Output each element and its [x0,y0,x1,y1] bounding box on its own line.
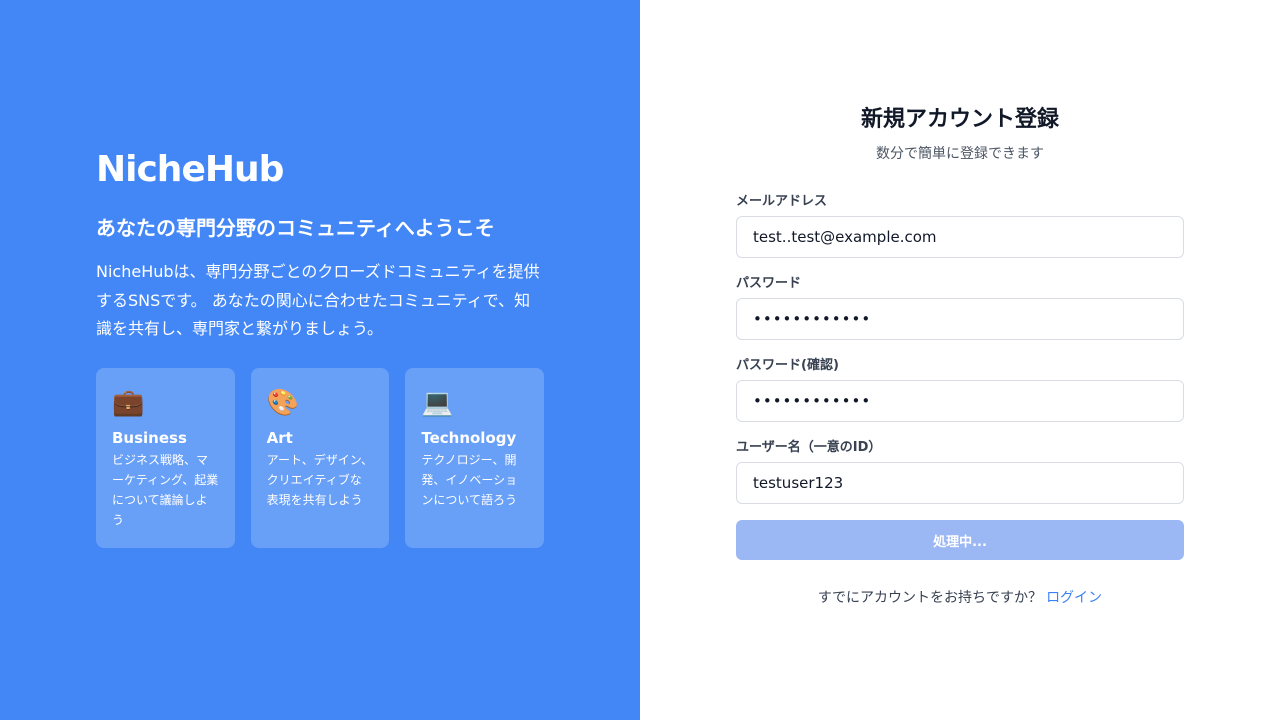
card-description: ビジネス戦略、マーケティング、起業について議論しよう [112,452,219,527]
email-field-group: メールアドレス [736,194,1184,258]
hero-panel: NicheHub あなたの専門分野のコミュニティへようこそ NicheHubは、… [0,0,640,720]
password-input[interactable] [736,298,1184,340]
password-confirm-label: パスワード(確認) [736,358,839,373]
password-field-group: パスワード [736,276,1184,340]
form-subtitle: 数分で簡単に登録できます [876,146,1044,162]
login-prompt-text: すでにアカウントをお持ちですか？ [817,590,1043,606]
card-title: Business [112,428,187,447]
category-card-business: 💼 Business ビジネス戦略、マーケティング、起業について議論しよう [96,367,235,548]
category-cards: 💼 Business ビジネス戦略、マーケティング、起業について議論しよう 🎨 … [96,367,545,548]
hero-intro: NicheHubは、専門分野ごとのクローズドコミュニティを提供するSNSです。 … [96,262,540,338]
signup-form: 新規アカウント登録 数分で簡単に登録できます メールアドレス パスワード パスワ… [736,104,1184,608]
email-input[interactable] [736,216,1184,258]
palette-icon: 🎨 [266,387,300,418]
username-label: ユーザー名（一意のID） [736,440,882,455]
login-link[interactable]: ログイン [1046,590,1102,606]
password-confirm-input[interactable] [736,380,1184,422]
password-confirm-field-group: パスワード(確認) [736,358,1184,422]
form-fields: メールアドレス パスワード パスワード(確認) ユーザー名（一意のID） [736,194,1184,504]
card-title: Art [266,428,293,447]
submit-button[interactable]: 処理中... [736,520,1184,560]
password-label: パスワード [736,276,802,291]
email-label: メールアドレス [736,194,828,209]
card-title: Technology [421,428,517,447]
category-card-art: 🎨 Art アート、デザイン、クリエイティブな表現を共有しよう [250,367,390,548]
laptop-icon: 💻 [421,387,454,418]
form-title: 新規アカウント登録 [860,107,1059,132]
username-field-group: ユーザー名（一意のID） [736,440,1184,504]
brand-logo: NicheHub [96,149,284,190]
hero-tagline: あなたの専門分野のコミュニティへようこそ [96,216,495,240]
card-description: アート、デザイン、クリエイティブな表現を共有しよう [266,452,373,507]
briefcase-icon: 💼 [112,387,145,418]
username-input[interactable] [736,462,1184,504]
category-card-technology: 💻 Technology テクノロジー、開発、イノベーションについて語ろう [405,367,545,548]
card-description: テクノロジー、開発、イノベーションについて語ろう [421,452,518,507]
signup-panel: 新規アカウント登録 数分で簡単に登録できます メールアドレス パスワード パスワ… [640,0,1280,720]
login-prompt: すでにアカウントをお持ちですか？ ログイン [736,588,1184,608]
